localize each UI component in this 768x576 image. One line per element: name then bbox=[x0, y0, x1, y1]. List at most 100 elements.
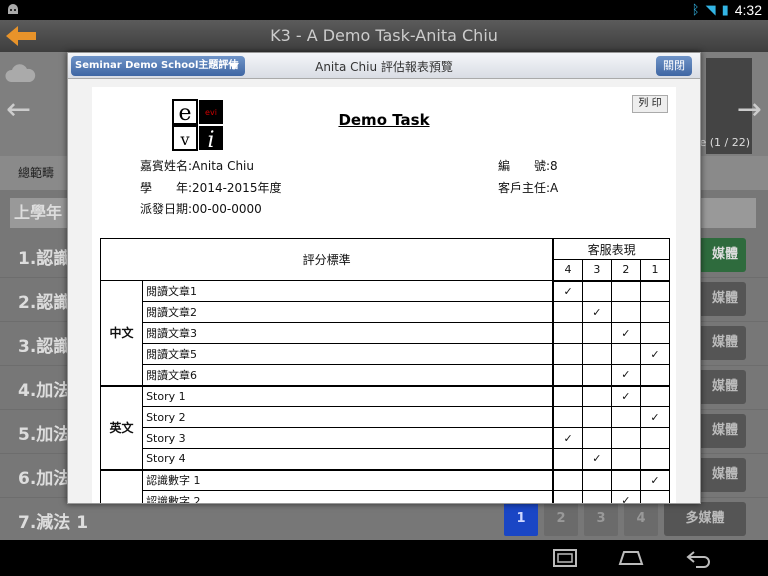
table-header-row: 評分標準 客服表現 bbox=[100, 238, 671, 281]
score-cell bbox=[639, 448, 671, 471]
table-row: Story 3 ✓ bbox=[101, 427, 671, 449]
check-mark-icon: ✓ bbox=[621, 368, 631, 382]
score-cell bbox=[639, 301, 671, 323]
close-button[interactable]: 關閉 bbox=[656, 56, 692, 76]
guest-name: 嘉賓姓名:Anita Chiu bbox=[140, 159, 254, 173]
score-cell bbox=[581, 343, 612, 365]
score-cell: ✓ bbox=[639, 343, 671, 365]
score-cell bbox=[610, 280, 641, 302]
dispatch-date: 派發日期:00-00-0000 bbox=[140, 202, 262, 216]
android-icon bbox=[8, 4, 18, 14]
check-mark-icon: ✓ bbox=[621, 494, 631, 504]
home-icon[interactable] bbox=[616, 548, 646, 568]
pagination: 1 2 3 4 bbox=[504, 502, 658, 536]
tab-all-domains[interactable]: 總範疇 bbox=[18, 164, 54, 181]
check-mark-icon: ✓ bbox=[650, 473, 660, 487]
score-cell bbox=[639, 322, 671, 344]
score-cell bbox=[610, 427, 641, 449]
score-cell bbox=[552, 343, 583, 365]
svg-text:v: v bbox=[179, 130, 189, 149]
check-mark-icon: ✓ bbox=[592, 452, 602, 466]
client-manager: 客戶主任:A bbox=[498, 181, 559, 195]
page-button-1[interactable]: 1 bbox=[504, 502, 538, 536]
criterion-name: 閱讀文章3 bbox=[142, 322, 554, 344]
svg-text:i: i bbox=[207, 128, 214, 151]
criterion-name: Story 4 bbox=[142, 448, 554, 471]
score-column-header: 3 bbox=[581, 259, 612, 282]
score-cell bbox=[552, 385, 583, 407]
previous-arrow-icon[interactable]: ← bbox=[6, 92, 31, 127]
score-cell bbox=[610, 343, 641, 365]
document-title: Demo Task bbox=[338, 111, 430, 129]
back-icon[interactable] bbox=[684, 548, 714, 568]
dialog-header: Seminar Demo School主題評估 Anita Chiu 評估報表預… bbox=[68, 53, 700, 79]
score-cell bbox=[639, 490, 671, 503]
check-mark-icon: ✓ bbox=[621, 326, 631, 340]
score-cell: ✓ bbox=[610, 490, 641, 504]
criterion-name: Story 1 bbox=[142, 385, 554, 407]
criterion-name: 閱讀文章5 bbox=[142, 343, 554, 365]
score-cell: ✓ bbox=[639, 406, 671, 428]
score-cell bbox=[552, 322, 583, 344]
criterion-name: 閱讀文章2 bbox=[142, 301, 554, 323]
table-row: 閱讀文章6 ✓ bbox=[101, 364, 671, 387]
page-button-4[interactable]: 4 bbox=[624, 502, 658, 536]
criterion-name: 閱讀文章6 bbox=[142, 364, 554, 387]
score-cell bbox=[639, 427, 671, 449]
back-arrow-icon[interactable] bbox=[4, 24, 38, 48]
score-cell bbox=[610, 448, 641, 471]
bluetooth-icon: ᛒ bbox=[691, 2, 700, 18]
list-item[interactable]: 7.減法 1 1 2 3 4 多媒體 bbox=[0, 498, 768, 540]
score-cell bbox=[552, 448, 583, 471]
score-cell bbox=[581, 364, 612, 387]
score-cell: ✓ bbox=[581, 448, 612, 471]
criterion-name: 認識數字 1 bbox=[142, 469, 554, 491]
score-cell: ✓ bbox=[610, 364, 641, 387]
score-cell bbox=[552, 406, 583, 428]
score-cell: ✓ bbox=[552, 427, 583, 449]
page-button-2[interactable]: 2 bbox=[544, 502, 578, 536]
score-cell bbox=[552, 490, 583, 503]
dialog-title: Anita Chiu 評估報表預覽 bbox=[315, 60, 453, 74]
table-row: 英文 Story 1 ✓ bbox=[99, 385, 671, 471]
check-mark-icon: ✓ bbox=[563, 284, 573, 298]
score-cell bbox=[552, 364, 583, 387]
score-cell bbox=[581, 490, 612, 503]
score-cell bbox=[581, 427, 612, 449]
subject-cell bbox=[99, 469, 144, 503]
score-cell bbox=[639, 385, 671, 407]
table-row: 認識數字 1 ✓ bbox=[99, 469, 671, 503]
score-cell: ✓ bbox=[639, 469, 671, 491]
criterion-name: Story 3 bbox=[142, 427, 554, 449]
wifi-icon: ◥ bbox=[705, 2, 716, 18]
check-mark-icon: ✓ bbox=[650, 347, 660, 361]
performance-header: 客服表現 bbox=[552, 238, 671, 260]
score-cell bbox=[610, 301, 641, 323]
score-cell bbox=[552, 469, 583, 491]
score-cell bbox=[610, 406, 641, 428]
app-title: K3 - A Demo Task-Anita Chiu bbox=[270, 26, 498, 45]
media-button[interactable]: 多媒體 bbox=[664, 502, 746, 536]
school-year: 學 年:2014-2015年度 bbox=[140, 181, 282, 195]
check-mark-icon: ✓ bbox=[621, 389, 631, 403]
table-row: 認識數字 2 ✓ bbox=[101, 490, 671, 504]
table-row: Story 2 ✓ bbox=[101, 406, 671, 428]
table-row: 中文 閱讀文章1 ✓ bbox=[99, 280, 671, 387]
score-cell bbox=[552, 301, 583, 323]
score-cell: ✓ bbox=[581, 301, 612, 323]
score-column-header: 2 bbox=[610, 259, 641, 282]
criterion-name: Story 2 bbox=[142, 406, 554, 428]
next-arrow-icon[interactable]: → bbox=[737, 92, 762, 127]
recent-apps-icon[interactable] bbox=[550, 548, 580, 568]
criteria-header: 評分標準 bbox=[100, 238, 554, 281]
score-cell bbox=[639, 280, 671, 302]
status-bar: ᛒ ◥ ▮ 4:32 bbox=[0, 0, 768, 20]
criterion-name: 認識數字 2 bbox=[142, 490, 554, 503]
score-cell bbox=[610, 469, 641, 491]
cloud-sync-icon[interactable] bbox=[3, 62, 37, 86]
check-mark-icon: ✓ bbox=[563, 431, 573, 445]
score-cell bbox=[581, 280, 612, 302]
system-nav-bar bbox=[0, 540, 768, 576]
score-cell bbox=[581, 406, 612, 428]
page-button-3[interactable]: 3 bbox=[584, 502, 618, 536]
